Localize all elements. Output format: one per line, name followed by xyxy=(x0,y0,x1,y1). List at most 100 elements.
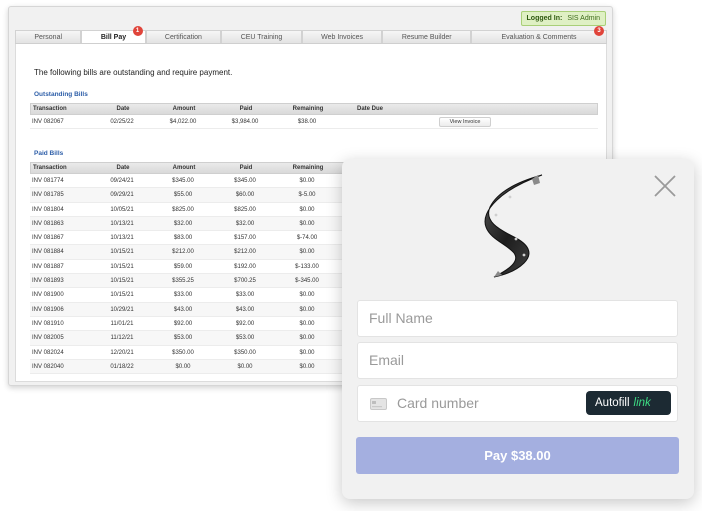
table-cell: $92.00 xyxy=(235,320,255,327)
table-cell: $55.00 xyxy=(173,192,193,199)
table-cell: 10/15/21 xyxy=(110,278,134,285)
outstanding-bills-table: Transaction Date Amount Paid Remaining D… xyxy=(30,103,598,130)
pay-button[interactable]: Pay $38.00 xyxy=(356,437,679,474)
table-cell: $0.00 xyxy=(299,349,315,356)
table-cell: INV 081910 xyxy=(32,320,64,327)
table-cell: $355.25 xyxy=(172,278,194,285)
table-cell: 10/15/21 xyxy=(110,292,134,299)
table-cell: 02/25/22 xyxy=(110,119,134,125)
table-cell: $0.00 xyxy=(299,292,315,299)
table-cell: INV 082024 xyxy=(32,349,64,356)
autofill-label: Autofill xyxy=(595,397,630,409)
tab-resume-builder[interactable]: Resume Builder xyxy=(382,30,472,43)
s-logo-icon xyxy=(484,174,543,278)
table-cell: $59.00 xyxy=(173,263,193,270)
full-name-field[interactable]: Full Name xyxy=(357,300,678,337)
table-cell: $32.00 xyxy=(235,220,255,227)
table-cell: 10/05/21 xyxy=(110,206,134,213)
table-cell: $0.00 xyxy=(299,220,315,227)
table-cell: $0.00 xyxy=(299,178,315,184)
table-cell: $33.00 xyxy=(173,292,193,299)
tab-certification[interactable]: Certification xyxy=(145,30,222,43)
link-brand: link xyxy=(633,397,651,409)
table-cell: $92.00 xyxy=(173,320,193,327)
tab-ceu-training[interactable]: CEU Training xyxy=(221,30,302,43)
table-cell: $53.00 xyxy=(235,335,255,342)
table-cell: $825.00 xyxy=(172,206,194,213)
tab-bill-pay[interactable]: Bill Pay 1 xyxy=(81,26,146,43)
table-cell: $32.00 xyxy=(173,220,193,227)
table-cell: INV 081893 xyxy=(32,278,64,285)
table-row: INV 082067 02/25/22 $4,022.00 $3,984.00 $38.… xyxy=(30,115,598,130)
outstanding-bills-title: Outstanding Bills xyxy=(34,91,88,98)
notification-badge: 1 xyxy=(132,26,143,36)
table-cell: 10/13/21 xyxy=(110,220,134,227)
table-cell: $212.00 xyxy=(234,249,256,256)
table-cell: 11/12/21 xyxy=(110,335,134,342)
table-cell: $350.00 xyxy=(172,349,194,356)
table-cell: INV 081887 xyxy=(32,263,64,270)
table-cell: $43.00 xyxy=(235,306,255,313)
table-header: Transaction Date Amount Paid Remaining D… xyxy=(30,103,598,115)
payment-modal: Full Name Email Card number Autofill link… xyxy=(342,159,694,499)
table-cell: $4,022.00 xyxy=(169,119,197,125)
table-cell: 10/13/21 xyxy=(110,235,134,242)
table-cell: $33.00 xyxy=(235,292,255,299)
notification-badge: 3 xyxy=(594,26,604,36)
table-cell: 10/15/21 xyxy=(110,249,134,256)
table-cell: INV 081863 xyxy=(32,220,64,227)
tab-personal[interactable]: Personal xyxy=(15,30,82,43)
table-cell: 11/01/21 xyxy=(110,320,134,327)
close-icon[interactable] xyxy=(652,173,678,199)
table-cell: $0.00 xyxy=(299,306,315,313)
table-cell: $60.00 xyxy=(235,192,255,199)
card-number-placeholder: Card number xyxy=(397,395,479,411)
table-cell: $157.00 xyxy=(234,235,256,242)
table-cell: INV 082005 xyxy=(32,335,64,342)
table-cell: $-345.00 xyxy=(295,278,319,285)
table-cell: INV 081774 xyxy=(32,178,64,184)
tab-web-invoices[interactable]: Web Invoices xyxy=(301,30,383,43)
tab-evaluation-comments[interactable]: Evaluation & Comments 3 xyxy=(471,26,607,43)
table-cell: $0.00 xyxy=(175,363,191,370)
logged-in-user[interactable]: SIS Admin xyxy=(567,12,600,25)
table-cell: $-74.00 xyxy=(296,235,318,242)
logged-in-badge: Logged In: SIS Admin xyxy=(520,11,606,26)
table-cell: $825.00 xyxy=(234,206,256,213)
table-cell: 09/29/21 xyxy=(110,192,134,199)
paid-bills-title: Paid Bills xyxy=(34,150,64,157)
table-cell: 10/15/21 xyxy=(110,263,134,270)
table-cell: $0.00 xyxy=(299,249,315,256)
table-cell xyxy=(338,115,400,128)
table-cell: $350.00 xyxy=(234,349,256,356)
table-cell: $212.00 xyxy=(172,249,194,256)
table-cell: INV 081906 xyxy=(32,306,64,313)
table-cell: 01/18/22 xyxy=(110,363,134,370)
table-cell: $3,984.00 xyxy=(231,119,259,125)
table-cell: $43.00 xyxy=(173,306,193,313)
table-cell: INV 082040 xyxy=(32,363,64,370)
table-cell: $0.00 xyxy=(299,335,315,342)
table-cell: View Invoice xyxy=(400,115,530,128)
email-field[interactable]: Email xyxy=(357,342,678,379)
table-cell: INV 081884 xyxy=(32,249,64,256)
table-cell: 09/24/21 xyxy=(110,178,134,184)
tab-bar: Personal Bill Pay 1 Certification CEU Tra… xyxy=(15,26,607,44)
table-cell: INV 082067 xyxy=(32,119,64,125)
table-cell: INV 081785 xyxy=(32,192,64,199)
view-invoice-button[interactable]: View Invoice xyxy=(438,117,492,127)
card-number-field[interactable]: Card number Autofill link xyxy=(357,385,678,422)
table-cell: $700.25 xyxy=(234,278,256,285)
credit-card-icon xyxy=(370,398,387,410)
table-cell: INV 081867 xyxy=(32,235,64,242)
table-cell: $83.00 xyxy=(173,235,193,242)
table-cell: $38.00 xyxy=(297,119,317,125)
table-cell: 12/20/21 xyxy=(110,349,134,356)
table-cell: $0.00 xyxy=(299,320,315,327)
table-cell: $-133.00 xyxy=(295,263,319,270)
autofill-link-button[interactable]: Autofill link xyxy=(586,391,671,415)
table-cell: $345.00 xyxy=(234,178,256,184)
table-cell: INV 081900 xyxy=(32,292,64,299)
table-cell: 10/29/21 xyxy=(110,306,134,313)
table-cell: $345.00 xyxy=(172,178,194,184)
